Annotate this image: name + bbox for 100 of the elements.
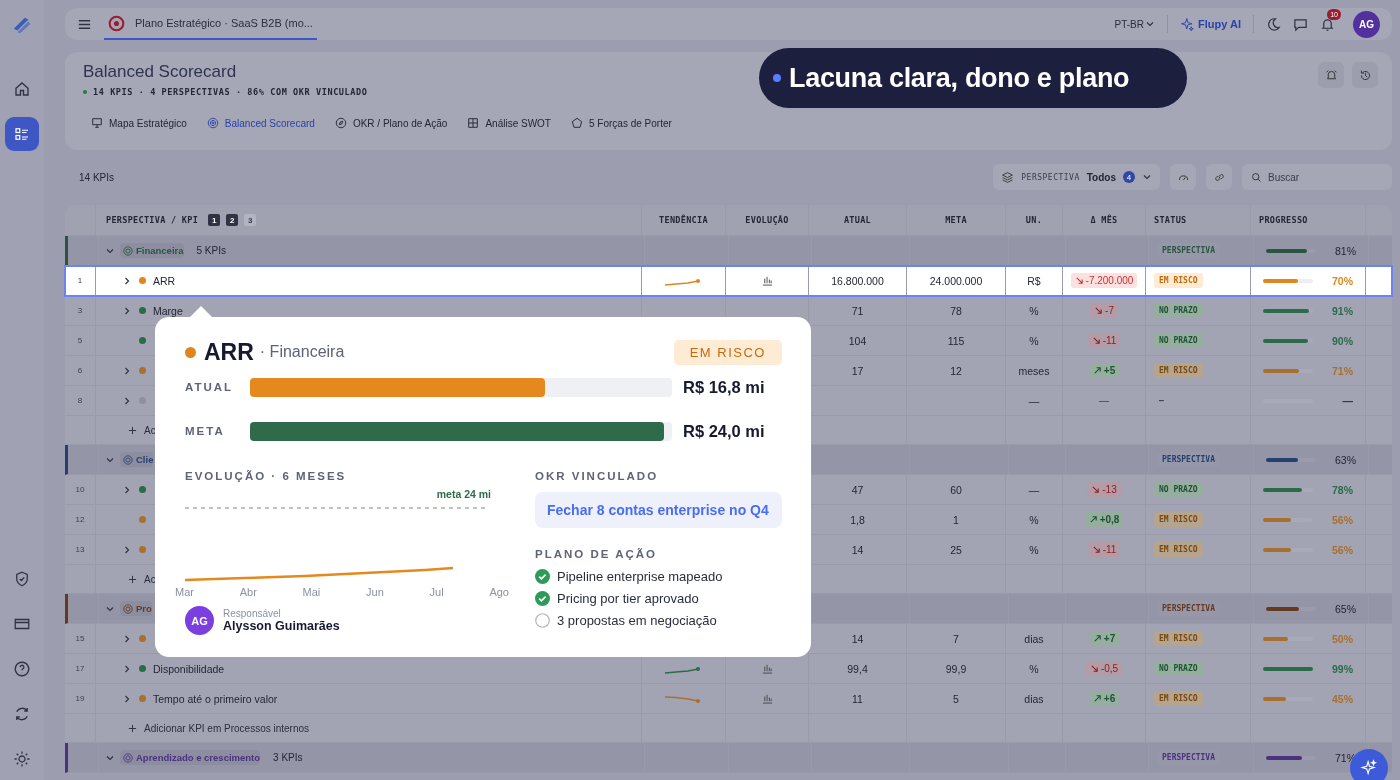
alarm-icon[interactable] [1318, 62, 1344, 88]
checked-circle-icon[interactable] [535, 568, 550, 584]
expand-chevron-icon[interactable] [122, 484, 132, 495]
caption-text: Lacuna clara, dono e plano [789, 62, 1130, 94]
progress-percent: 63% [1334, 453, 1356, 466]
status-tag: EM RISCO [1154, 631, 1203, 646]
arrow-down-icon [1089, 664, 1099, 673]
level-toggle[interactable]: 3 [244, 214, 257, 226]
summary-text: 14 KPIS · 4 PERSPECTIVAS · 86% COM OKR VINCULADO [93, 87, 368, 97]
status-dot-icon [83, 90, 87, 94]
level-toggle[interactable]: 2 [226, 214, 239, 226]
kpi-name: ARR [153, 274, 176, 287]
arrow-down-icon [1074, 276, 1084, 285]
list-icon[interactable] [5, 117, 39, 151]
target-value: 5 [953, 692, 959, 705]
level-toggle[interactable]: 1 [208, 214, 221, 226]
moon-icon[interactable] [1266, 16, 1281, 32]
expand-chevron-icon[interactable] [122, 395, 132, 406]
target-value: 60 [950, 483, 962, 496]
user-avatar[interactable]: AG [1353, 10, 1380, 38]
search-field[interactable]: Buscar [1242, 164, 1392, 190]
column-header: TENDÊNCIA [641, 205, 725, 235]
unit-text: — [1028, 483, 1040, 496]
add-kpi-link[interactable]: Ac [128, 424, 156, 436]
delta-tag: -13 [1087, 482, 1121, 497]
actual-value: 1,8 [850, 513, 865, 526]
expand-chevron-icon[interactable] [122, 693, 132, 704]
filter-value: Todos [1086, 171, 1116, 183]
kpi-count: 3 KPIs [273, 752, 303, 763]
expand-chevron-icon[interactable] [122, 275, 132, 286]
action-item: Pricing por tier aprovado [557, 590, 699, 606]
progress-percent: 65% [1334, 602, 1356, 615]
target-icon [206, 117, 219, 129]
row-number: 17 [74, 663, 86, 675]
perspective-filter[interactable]: PERSPECTIVA Todos 4 [993, 164, 1160, 190]
view-tab[interactable]: Mapa Estratégico [91, 117, 187, 129]
target-value: 1 [953, 513, 959, 526]
okr-link[interactable]: Fechar 8 contas enterprise no Q4 [535, 492, 782, 528]
perspective-label: · Financeira [259, 343, 345, 361]
delta-tag: — [1095, 393, 1113, 408]
section-title: PLANO DE AÇÃO [535, 548, 659, 560]
perspective-tag: Aprendizado e crescimento [120, 750, 261, 765]
progress-percent: 78% [1331, 483, 1353, 496]
status-tag: NO PRAZO [1154, 333, 1203, 348]
row-number: 1 [76, 275, 84, 287]
unit-text: R$ [1027, 274, 1041, 287]
chat-icon[interactable] [1293, 16, 1308, 32]
month-label: Jul [429, 586, 444, 598]
status-tag: NO PRAZO [1154, 482, 1203, 497]
bar-chart-icon[interactable] [761, 693, 773, 704]
arrow-up-icon [1092, 366, 1102, 375]
add-kpi-link[interactable]: Adicionar KPI em Processos internos [128, 722, 310, 734]
ai-assistant-button[interactable]: Flupy AI [1180, 16, 1241, 32]
view-tab[interactable]: OKR / Plano de Ação [334, 117, 448, 129]
expand-chevron-icon[interactable] [122, 663, 132, 674]
row-number: 19 [74, 693, 86, 705]
kpi-title: ARR [204, 338, 254, 366]
bar-label: ATUAL [185, 381, 235, 393]
add-kpi-link[interactable]: Ac [128, 573, 156, 585]
column-header: Δ MÊS [1062, 205, 1145, 235]
progress-percent: 45% [1331, 692, 1353, 705]
bar-chart-icon[interactable] [761, 663, 773, 674]
status-tag: EM RISCO [1154, 363, 1203, 378]
status-tag: NO PRAZO [1154, 661, 1203, 676]
row-number: 3 [76, 305, 84, 317]
view-tab[interactable]: 5 Forças de Porter [571, 117, 672, 129]
caret-icon [1142, 172, 1152, 182]
bar-value: R$ 16,8 mi [683, 377, 765, 397]
kpi-count: 5 KPIs [196, 245, 226, 256]
status-tag: EM RISCO [1154, 542, 1203, 557]
progress-percent: 71% [1331, 364, 1353, 377]
checked-circle-icon[interactable] [535, 590, 550, 606]
history-icon[interactable] [1352, 62, 1378, 88]
actual-value: 17 [851, 364, 864, 377]
status-tag: EM RISCO [1154, 273, 1203, 288]
kpi-row[interactable]: 19 Tempo até o primeiro valor 11 5 dias +6 EM RISCO 45% [65, 684, 1392, 714]
kpi-row[interactable]: 1 ARR 16.800.000 24.000.000 R$ -7.200.000 EM RISCO 70% [65, 266, 1392, 296]
monitor-icon [91, 117, 103, 129]
delta-tag: -0,5 [1085, 661, 1123, 676]
perspective-tag: Clie [120, 452, 154, 467]
progress-percent: 56% [1331, 513, 1353, 526]
column-header: ATUAL [808, 205, 906, 235]
target-value: 99,9 [945, 662, 967, 675]
expand-chevron-icon[interactable] [122, 633, 132, 644]
view-tab[interactable]: Análise SWOT [467, 117, 551, 129]
expand-chevron-icon[interactable] [122, 544, 132, 555]
bar-chart-icon[interactable] [761, 275, 773, 286]
view-tab[interactable]: Balanced Scorecard [206, 117, 315, 129]
expand-chevron-icon[interactable] [122, 305, 132, 316]
link-icon[interactable] [1206, 164, 1232, 190]
language-selector[interactable]: PT-BR [1114, 18, 1155, 30]
progress-percent: 81% [1334, 244, 1356, 257]
progress-percent: 91% [1331, 304, 1353, 317]
document-tab[interactable]: Plano Estratégico · SaaS B2B (mo... [104, 8, 317, 40]
gauge-icon[interactable] [1170, 164, 1196, 190]
expand-chevron-icon[interactable] [122, 365, 132, 376]
sparkle-icon [1360, 759, 1378, 777]
bell-icon[interactable] [1320, 16, 1335, 32]
month-label: Abr [239, 586, 257, 598]
grid-icon [467, 117, 480, 129]
